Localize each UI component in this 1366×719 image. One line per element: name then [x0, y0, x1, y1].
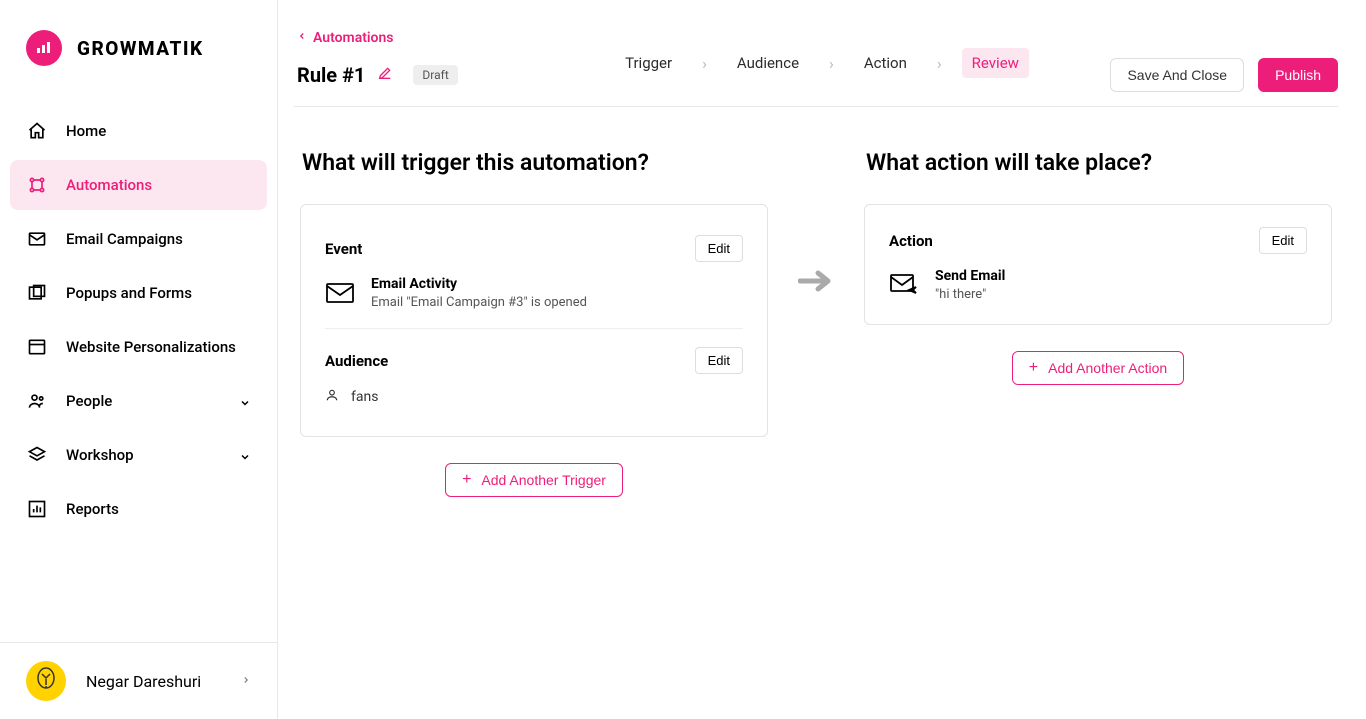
- sidebar: GROWMATIK Home Automations Email Campaig…: [0, 0, 278, 719]
- avatar-icon: [26, 661, 66, 701]
- automations-icon: [26, 174, 48, 196]
- nav-label: Workshop: [66, 446, 221, 464]
- nav-label: People: [66, 392, 221, 410]
- action-label: Action: [889, 232, 933, 250]
- edit-event-button[interactable]: Edit: [695, 235, 743, 262]
- nav-website-personalizations[interactable]: Website Personalizations: [10, 322, 267, 372]
- main: Automations Rule #1 Draft Save And Close…: [278, 0, 1366, 719]
- action-title: Send Email: [935, 268, 1005, 284]
- trigger-card: Event Edit Email Activity Email "Email C…: [300, 204, 768, 437]
- topbar-left: Rule #1 Draft: [294, 63, 458, 87]
- brand-row: GROWMATIK: [0, 30, 277, 106]
- content: What will trigger this automation? Event…: [294, 107, 1338, 497]
- website-icon: [26, 336, 48, 358]
- nav-automations[interactable]: Automations: [10, 160, 267, 210]
- plus-icon: +: [1029, 360, 1038, 376]
- nav-reports[interactable]: Reports: [10, 484, 267, 534]
- event-label: Event: [325, 240, 362, 258]
- nav-popups-forms[interactable]: Popups and Forms: [10, 268, 267, 318]
- event-title: Email Activity: [371, 276, 587, 292]
- event-item: Email Activity Email "Email Campaign #3"…: [325, 276, 743, 310]
- nav-email-campaigns[interactable]: Email Campaigns: [10, 214, 267, 264]
- step-trigger[interactable]: Trigger: [615, 48, 682, 78]
- user-menu[interactable]: Negar Dareshuri: [0, 642, 277, 719]
- email-activity-icon: [325, 281, 355, 305]
- step-review[interactable]: Review: [962, 48, 1029, 78]
- user-name: Negar Dareshuri: [86, 672, 221, 691]
- step-nav: Trigger › Audience › Action › Review: [615, 48, 1029, 78]
- edit-title-button[interactable]: [377, 65, 393, 85]
- chevron-right-icon: ›: [702, 54, 707, 73]
- add-action-label: Add Another Action: [1048, 360, 1167, 376]
- brand-name: GROWMATIK: [77, 37, 204, 60]
- nav-workshop[interactable]: Workshop: [10, 430, 267, 480]
- nav: Home Automations Email Campaigns Popups …: [0, 106, 277, 642]
- breadcrumb-label: Automations: [313, 30, 394, 46]
- publish-button[interactable]: Publish: [1258, 58, 1338, 92]
- brand-logo-icon: [26, 30, 62, 66]
- add-trigger-button[interactable]: + Add Another Trigger: [445, 463, 623, 497]
- chevron-down-icon: [239, 395, 251, 407]
- action-heading: What action will take place?: [864, 149, 1332, 176]
- workshop-icon: [26, 444, 48, 466]
- step-action[interactable]: Action: [854, 48, 917, 78]
- people-icon: [26, 390, 48, 412]
- person-icon: [325, 388, 339, 406]
- reports-icon: [26, 498, 48, 520]
- nav-label: Reports: [66, 500, 251, 518]
- send-email-icon: [889, 273, 919, 297]
- add-action-button[interactable]: + Add Another Action: [1012, 351, 1184, 385]
- nav-label: Home: [66, 122, 251, 140]
- action-item: Send Email "hi there": [889, 268, 1307, 302]
- save-close-button[interactable]: Save And Close: [1110, 58, 1244, 92]
- chevron-down-icon: [239, 449, 251, 461]
- nav-label: Popups and Forms: [66, 284, 251, 302]
- chevron-left-icon: [297, 30, 307, 46]
- trigger-column: What will trigger this automation? Event…: [300, 149, 768, 497]
- edit-action-button[interactable]: Edit: [1259, 227, 1307, 254]
- nav-label: Website Personalizations: [66, 338, 251, 356]
- nav-label: Email Campaigns: [66, 230, 251, 248]
- step-audience[interactable]: Audience: [727, 48, 809, 78]
- action-column: What action will take place? Action Edit…: [864, 149, 1332, 385]
- chevron-right-icon: ›: [829, 54, 834, 73]
- add-trigger-label: Add Another Trigger: [481, 472, 606, 488]
- audience-value: fans: [351, 389, 378, 405]
- event-desc: Email "Email Campaign #3" is opened: [371, 295, 587, 310]
- plus-icon: +: [462, 472, 471, 488]
- status-badge: Draft: [413, 65, 457, 85]
- rule-title: Rule #1: [297, 63, 365, 87]
- top-actions: Save And Close Publish: [1110, 58, 1338, 92]
- nav-label: Automations: [66, 176, 251, 194]
- trigger-heading: What will trigger this automation?: [300, 149, 768, 176]
- action-card: Action Edit Send Email "hi there": [864, 204, 1332, 325]
- arrow-icon: [798, 149, 834, 293]
- nav-people[interactable]: People: [10, 376, 267, 426]
- home-icon: [26, 120, 48, 142]
- popup-icon: [26, 282, 48, 304]
- nav-home[interactable]: Home: [10, 106, 267, 156]
- edit-audience-button[interactable]: Edit: [695, 347, 743, 374]
- email-icon: [26, 228, 48, 250]
- audience-label: Audience: [325, 352, 388, 370]
- action-desc: "hi there": [935, 287, 1005, 302]
- audience-item: fans: [325, 388, 743, 406]
- chevron-right-icon: ›: [937, 54, 942, 73]
- chevron-right-icon: [241, 672, 251, 691]
